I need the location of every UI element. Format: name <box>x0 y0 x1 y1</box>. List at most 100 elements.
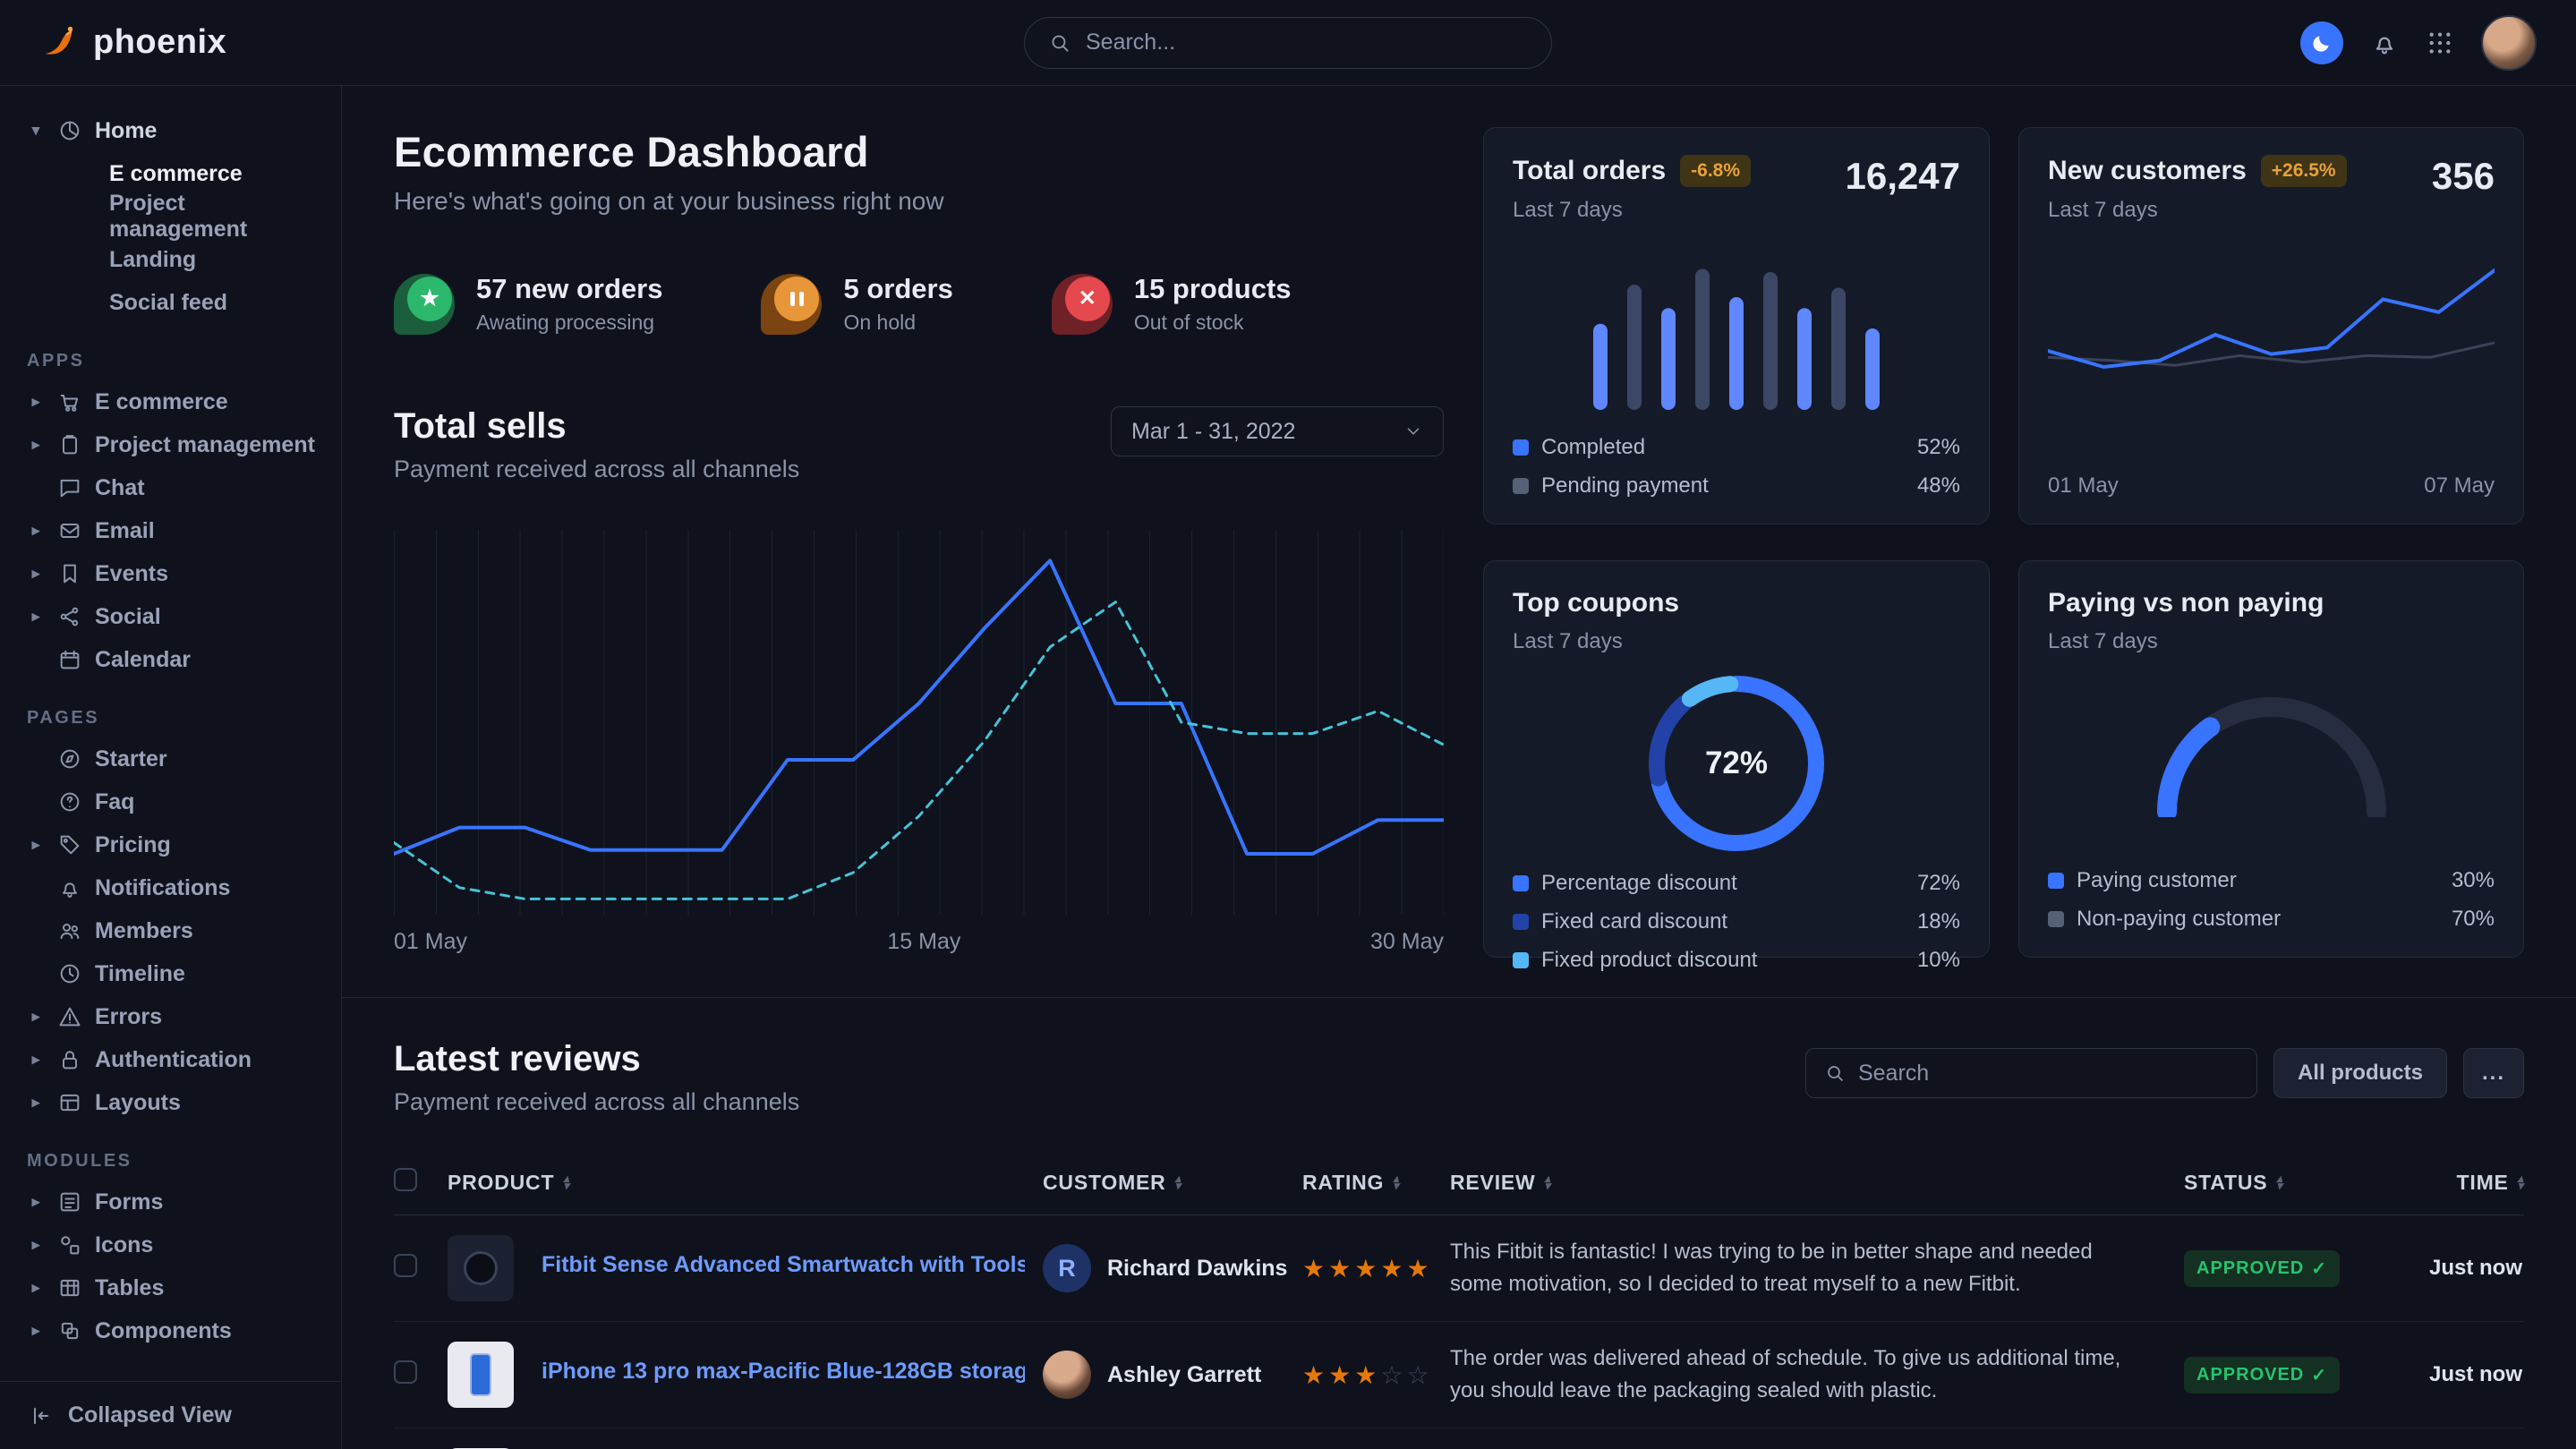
total-sells-chart <box>394 530 1444 915</box>
legend-label: Paying customer <box>2077 868 2237 893</box>
sidebar-item-authentication[interactable]: ▸Authentication <box>27 1038 323 1081</box>
legend-swatch <box>2048 911 2064 927</box>
status-label: APPROVED <box>2196 1365 2304 1385</box>
legend-item: Fixed product discount 10% <box>1513 948 1960 973</box>
share-icon <box>57 604 82 629</box>
sidebar-subitem-project-management[interactable]: Project management <box>27 195 323 238</box>
column-header-rating[interactable]: RATING <box>1302 1171 1384 1195</box>
sidebar-item-label: Project management <box>95 432 315 458</box>
sidebar-subitem-social-feed[interactable]: Social feed <box>27 281 323 324</box>
stat-caption: Awating processing <box>476 311 662 335</box>
sidebar-item-calendar[interactable]: Calendar <box>27 638 323 681</box>
customer-name: Ashley Garrett <box>1107 1362 1261 1388</box>
column-header-time[interactable]: TIME <box>2457 1171 2509 1195</box>
sidebar-item-pricing[interactable]: ▸Pricing <box>27 823 323 866</box>
sidebar-item-label: Social <box>95 604 161 630</box>
user-avatar[interactable] <box>2481 15 2537 71</box>
notifications-button[interactable] <box>2370 29 2399 57</box>
sidebar-item-errors[interactable]: ▸Errors <box>27 995 323 1038</box>
stat-item: ★ 57 new orders Awating processing <box>394 273 662 335</box>
all-products-button[interactable]: All products <box>2273 1048 2447 1098</box>
sidebar-item-label: Faq <box>95 789 134 815</box>
select-all-checkbox[interactable] <box>394 1168 417 1191</box>
customer-name: Richard Dawkins <box>1107 1256 1287 1282</box>
more-options-button[interactable]: ... <box>2463 1048 2524 1098</box>
review-text: This Fitbit is fantastic! I was trying t… <box>1450 1236 2184 1300</box>
legend-swatch <box>2048 873 2064 889</box>
total-sells-subtitle: Payment received across all channels <box>394 456 799 483</box>
sidebar-item-events[interactable]: ▸ Events <box>27 552 323 595</box>
mail-icon <box>57 518 82 543</box>
sidebar-item-members[interactable]: Members <box>27 909 323 952</box>
kpi-cards-grid: Total orders -6.8% Last 7 days 16,247 Co… <box>1483 127 2524 958</box>
sidebar-item-label: Chat <box>95 475 145 501</box>
theme-toggle-button[interactable] <box>2300 21 2343 64</box>
card-period: Last 7 days <box>2048 198 2347 223</box>
sidebar-item-faq[interactable]: Faq <box>27 780 323 823</box>
sidebar-item-starter[interactable]: Starter <box>27 737 323 780</box>
collapse-sidebar-button[interactable]: Collapsed View <box>0 1381 341 1449</box>
sidebar-item-components[interactable]: ▸Components <box>27 1309 323 1352</box>
column-header-customer[interactable]: CUSTOMER <box>1043 1171 1166 1195</box>
sidebar-item-label: Notifications <box>95 875 230 901</box>
trend-badge: +26.5% <box>2261 155 2347 187</box>
date-range-select[interactable]: Mar 1 - 31, 2022 <box>1111 406 1444 456</box>
caret-right-icon: ▸ <box>27 522 45 540</box>
caret-right-icon: ▸ <box>27 1094 45 1112</box>
legend-swatch <box>1513 914 1529 930</box>
column-header-status[interactable]: STATUS <box>2184 1171 2267 1195</box>
sort-icon[interactable]: ▴▾ <box>2276 1175 2282 1189</box>
sort-icon[interactable]: ▴▾ <box>1545 1175 1551 1189</box>
sidebar-subitem-landing[interactable]: Landing <box>27 238 323 281</box>
legend-label: Non-paying customer <box>2077 907 2281 932</box>
card-title: Top coupons <box>1513 588 1679 618</box>
row-checkbox[interactable] <box>394 1254 417 1277</box>
product-link[interactable]: Fitbit Sense Advanced Smartwatch with To… <box>542 1252 1025 1278</box>
product-link[interactable]: iPhone 13 pro max-Pacific Blue-128GB sto… <box>542 1359 1025 1385</box>
global-search-input[interactable]: Search... <box>1024 17 1552 69</box>
sidebar-item-chat[interactable]: Chat <box>27 466 323 509</box>
x-axis-label: 07 May <box>2424 473 2495 499</box>
caret-right-icon: ▸ <box>27 393 45 411</box>
sort-icon[interactable]: ▴▾ <box>2518 1175 2524 1189</box>
reviews-search-input[interactable]: Search <box>1805 1048 2257 1098</box>
collapse-icon <box>29 1403 54 1428</box>
new-customers-value: 356 <box>2432 155 2495 198</box>
check-icon: ✓ <box>2311 1364 2327 1386</box>
row-checkbox[interactable] <box>394 1360 417 1384</box>
sidebar-item-notifications[interactable]: Notifications <box>27 866 323 909</box>
sidebar-item-email[interactable]: ▸Email <box>27 509 323 552</box>
caret-right-icon: ▸ <box>27 1193 45 1211</box>
sort-icon[interactable]: ▴▾ <box>1175 1175 1181 1189</box>
legend-label: Fixed product discount <box>1541 948 1757 973</box>
brand-logo[interactable]: phoenix <box>39 22 226 64</box>
sidebar-item-label: Events <box>95 561 168 587</box>
top-coupons-donut-chart: 72% <box>1649 676 1824 851</box>
star-blob-icon: ★ <box>394 274 455 335</box>
stat-value: 57 new orders <box>476 273 662 305</box>
new-customers-card: New customers +26.5% Last 7 days 356 01 … <box>2018 127 2524 524</box>
column-header-review[interactable]: REVIEW <box>1450 1171 1536 1195</box>
sidebar-item-icons[interactable]: ▸Icons <box>27 1223 323 1266</box>
sidebar-item-project-management[interactable]: ▸Project management <box>27 423 323 466</box>
sidebar-item-layouts[interactable]: ▸Layouts <box>27 1081 323 1124</box>
sidebar-item-e-commerce[interactable]: ▸E commerce <box>27 380 323 423</box>
sidebar: ▾ Home E commerceProject managementLandi… <box>0 86 342 1449</box>
sort-icon[interactable]: ▴▾ <box>563 1175 569 1189</box>
x-axis-label: 01 May <box>2048 473 2119 499</box>
legend-value: 72% <box>1917 871 1960 896</box>
legend-value: 10% <box>1917 948 1960 973</box>
sidebar-item-social[interactable]: ▸Social <box>27 595 323 638</box>
caret-right-icon: ▸ <box>27 1322 45 1340</box>
sidebar-subitem-e-commerce[interactable]: E commerce <box>27 152 323 195</box>
sidebar-item-timeline[interactable]: Timeline <box>27 952 323 995</box>
column-header-product[interactable]: PRODUCT <box>448 1171 554 1195</box>
sidebar-item-tables[interactable]: ▸Tables <box>27 1266 323 1309</box>
caret-right-icon: ▸ <box>27 565 45 583</box>
apps-grid-button[interactable] <box>2426 29 2454 57</box>
total-orders-bar-chart <box>1513 253 1960 410</box>
x-axis-label: 01 May <box>394 929 467 955</box>
sort-icon[interactable]: ▴▾ <box>1393 1175 1399 1189</box>
sidebar-item-home[interactable]: ▾ Home <box>27 109 323 152</box>
sidebar-item-forms[interactable]: ▸Forms <box>27 1181 323 1223</box>
